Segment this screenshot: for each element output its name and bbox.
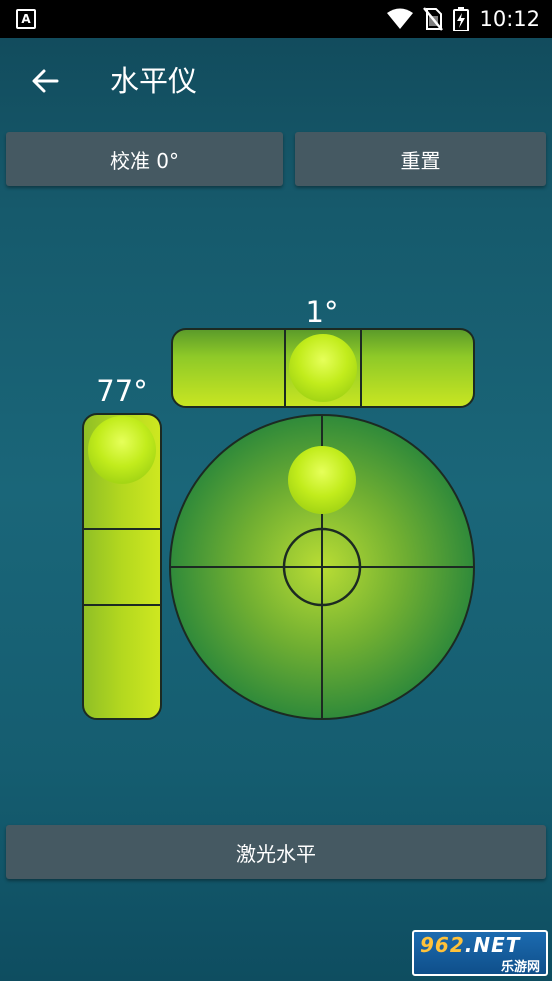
circular-bubble bbox=[288, 446, 356, 514]
watermark-text: 乐游网 bbox=[500, 960, 540, 975]
horizontal-bubble bbox=[289, 334, 357, 402]
vertical-bubble bbox=[88, 416, 156, 484]
laser-level-button[interactable]: 激光水平 bbox=[6, 825, 546, 879]
watermark-number: 962 bbox=[420, 933, 465, 957]
horizontal-level bbox=[171, 328, 475, 408]
watermark-suffix: .NET bbox=[464, 933, 521, 957]
circular-level bbox=[169, 414, 475, 720]
site-watermark-logo: 962.NET 乐游网 bbox=[412, 930, 548, 976]
vertical-level bbox=[82, 413, 162, 720]
